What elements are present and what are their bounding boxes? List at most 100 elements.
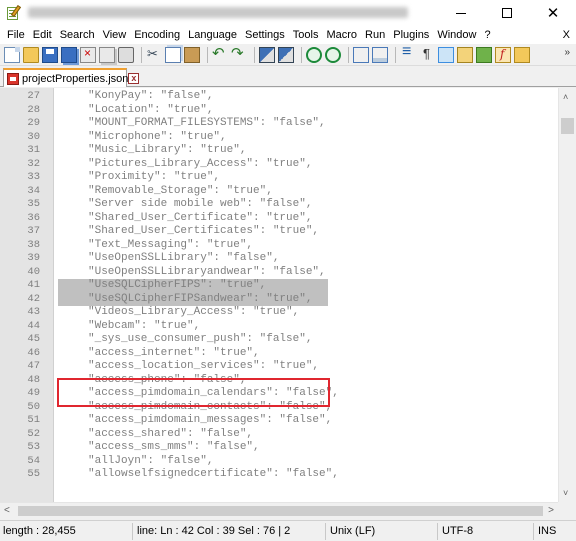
tab-label: projectProperties.json [22, 72, 129, 85]
code-line[interactable]: 37 "Shared_User_Certificates": "true", [0, 225, 558, 239]
code-line[interactable]: 30 "Microphone": "true", [0, 131, 558, 145]
code-line[interactable]: 51 "access_pimdomain_messages": "false", [0, 414, 558, 428]
save-icon[interactable] [42, 46, 58, 63]
tab-projectproperties-json[interactable]: projectProperties.json x [3, 68, 140, 87]
user-language-icon[interactable] [457, 46, 473, 63]
line-number: 45 [27, 333, 40, 345]
redo-icon[interactable] [231, 44, 247, 63]
code-line[interactable]: 43 "Videos_Library_Access": "true", [0, 306, 558, 320]
word-wrap-icon[interactable] [400, 43, 416, 63]
minimize-button[interactable] [438, 0, 484, 26]
undo-icon[interactable] [212, 44, 228, 63]
menu-window[interactable]: Window [433, 26, 480, 44]
code-line[interactable]: 45 "_sys_use_consumer_push": "false", [0, 333, 558, 347]
maximize-button[interactable] [484, 0, 530, 26]
paste-icon[interactable] [184, 46, 200, 63]
open-file-icon[interactable] [23, 46, 39, 63]
menu-run[interactable]: Run [361, 26, 389, 44]
toolbar-overflow-chevron-icon[interactable]: » [564, 47, 570, 58]
cut-icon[interactable] [146, 46, 162, 63]
code-line[interactable]: 47 "access_location_services": "true", [0, 360, 558, 374]
menu-edit[interactable]: Edit [29, 26, 56, 44]
close-document-button[interactable]: X [563, 26, 570, 44]
toolbar-separator [141, 46, 142, 63]
line-number: 27 [27, 90, 40, 102]
indent-guide-icon[interactable] [438, 46, 454, 63]
line-number: 41 [27, 279, 40, 291]
code-line[interactable]: 46 "access_internet": "true", [0, 347, 558, 361]
scroll-right-arrow-icon[interactable]: > [548, 505, 554, 516]
code-line[interactable]: 28 "Location": "true", [0, 104, 558, 118]
horizontal-scrollbar[interactable]: < > [0, 502, 558, 519]
code-line[interactable]: 32 "Pictures_Library_Access": "true", [0, 158, 558, 172]
editor-area[interactable]: 27 "KonyPay": "false", 28 "Location": "true… [0, 88, 576, 502]
code-line[interactable]: 54 "allJoyn": "false", [0, 455, 558, 469]
code-line[interactable]: 55 "allowselfsignedcertificate": "false", [0, 468, 558, 482]
menu-tools[interactable]: Tools [289, 26, 323, 44]
horizontal-scroll-thumb[interactable] [18, 506, 543, 516]
function-list-icon[interactable] [495, 46, 511, 63]
line-number: 51 [27, 414, 40, 426]
menu-macro[interactable]: Macro [322, 26, 361, 44]
show-all-characters-icon[interactable] [419, 46, 435, 63]
window-title [28, 6, 408, 18]
save-all-icon[interactable] [61, 46, 77, 63]
scroll-left-arrow-icon[interactable]: < [4, 505, 10, 516]
code-line[interactable]: 40 "UseOpenSSLLibraryandwear": "false", [0, 266, 558, 280]
code-line[interactable]: 27 "KonyPay": "false", [0, 90, 558, 104]
code-line[interactable]: 42 "UseSQLCipherFIPSandwear": "true", [0, 292, 558, 306]
code-text: "access_shared": "false", [88, 427, 254, 440]
code-line[interactable]: 35 "Server side mobile web": "false", [0, 198, 558, 212]
zoom-out-icon[interactable] [325, 46, 341, 63]
code-line[interactable]: 29 "MOUNT_FORMAT_FILESYSTEMS": "false", [0, 117, 558, 131]
unsaved-file-icon [7, 72, 19, 85]
folder-as-workspace-icon[interactable] [514, 46, 530, 63]
code-line[interactable]: 33 "Proximity": "true", [0, 171, 558, 185]
code-line[interactable]: 34 "Removable_Storage": "true", [0, 185, 558, 199]
code-line[interactable]: 38 "Text_Messaging": "true", [0, 239, 558, 253]
sync-vertical-scroll-icon[interactable] [353, 46, 369, 63]
status-cursor-position: line: Ln : 42 Col : 39 Sel : 76 | 2 [137, 525, 291, 537]
menu-plugins[interactable]: Plugins [389, 26, 433, 44]
code-text: "UseSQLCipherFIPS": "true", [88, 279, 267, 291]
print-icon[interactable] [118, 46, 134, 63]
menu-help[interactable]: ? [480, 26, 494, 44]
line-number: 54 [27, 454, 40, 467]
toolbar-separator [348, 46, 349, 63]
title-bar: ✕ [0, 0, 576, 26]
new-file-icon[interactable] [4, 46, 20, 63]
copy-icon[interactable] [165, 46, 181, 63]
code-line[interactable]: 41 "UseSQLCipherFIPS": "true", [0, 279, 558, 293]
vertical-scrollbar[interactable]: ˄ ˅ [558, 88, 576, 502]
code-line[interactable]: 39 "UseOpenSSLLibrary": "false", [0, 252, 558, 266]
menu-encoding[interactable]: Encoding [130, 26, 184, 44]
code-text: "access_sms_mms": "false", [88, 441, 260, 453]
menu-language[interactable]: Language [184, 26, 241, 44]
line-number: 28 [27, 103, 40, 116]
menu-file[interactable]: File [3, 26, 29, 44]
scroll-up-arrow-icon[interactable]: ˄ [563, 92, 568, 102]
zoom-in-icon[interactable] [306, 46, 322, 63]
code-text: "access_location_services": "true", [88, 360, 320, 372]
vertical-scroll-thumb[interactable] [561, 118, 574, 134]
menu-bar: File Edit Search View Encoding Language … [0, 26, 576, 44]
code-line[interactable]: 31 "Music_Library": "true", [0, 144, 558, 158]
replace-icon[interactable] [278, 46, 294, 63]
code-line[interactable]: 36 "Shared_User_Certificate": "true", [0, 212, 558, 226]
close-file-icon[interactable] [80, 46, 96, 63]
line-number: 50 [27, 400, 40, 413]
code-line[interactable]: 44 "Webcam": "true", [0, 320, 558, 334]
menu-settings[interactable]: Settings [241, 26, 289, 44]
document-map-icon[interactable] [476, 46, 492, 63]
menu-view[interactable]: View [99, 26, 131, 44]
sync-horizontal-scroll-icon[interactable] [372, 46, 388, 63]
close-window-button[interactable]: ✕ [530, 0, 576, 26]
menu-search[interactable]: Search [56, 26, 99, 44]
code-line[interactable]: 53 "access_sms_mms": "false", [0, 441, 558, 455]
close-all-icon[interactable] [99, 46, 115, 63]
line-number: 31 [27, 144, 40, 156]
scroll-down-arrow-icon[interactable]: ˅ [563, 488, 568, 498]
tab-close-icon[interactable]: x [128, 73, 140, 84]
find-icon[interactable] [259, 46, 275, 63]
code-line[interactable]: 52 "access_shared": "false", [0, 428, 558, 442]
